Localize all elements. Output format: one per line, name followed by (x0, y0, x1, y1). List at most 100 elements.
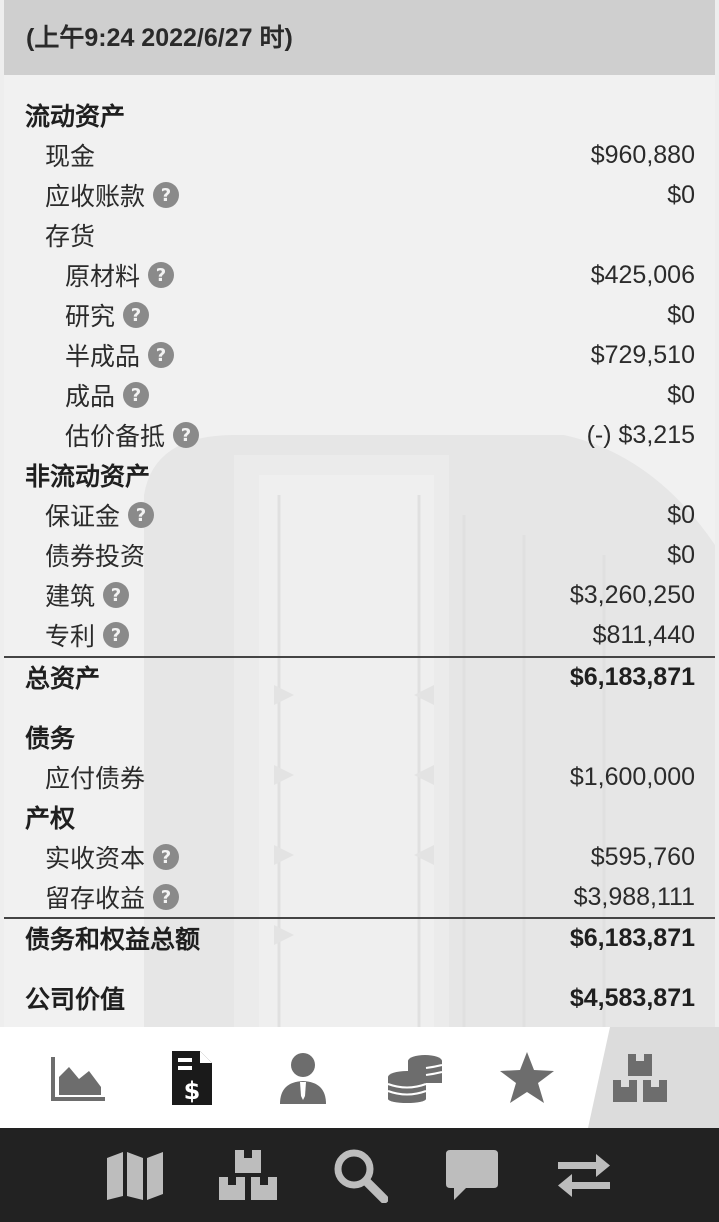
help-icon[interactable]: ? (153, 182, 180, 208)
search-icon (334, 1149, 388, 1203)
row-label: 公司价值 (25, 985, 126, 1014)
help-icon[interactable]: ? (148, 262, 175, 288)
row-value: $0 (667, 540, 695, 569)
row-label: 研究? (65, 297, 150, 333)
tab-finance-report[interactable]: $ (137, 1027, 247, 1128)
raw-materials-row: 原材料? $425,006 (4, 255, 715, 295)
row-value: $729,510 (590, 340, 695, 369)
tab-warehouse[interactable] (585, 1027, 695, 1128)
row-label: 债务 (25, 724, 76, 753)
nav-search[interactable] (310, 1128, 410, 1222)
row-label: 应付债券 (45, 764, 146, 793)
tab-favorites[interactable] (472, 1027, 582, 1128)
section-tab-bar: $ (0, 1027, 719, 1128)
nav-map[interactable] (85, 1128, 185, 1222)
row-value: $3,260,250 (569, 580, 695, 609)
tab-finance[interactable] (360, 1027, 470, 1128)
row-value: $1,600,000 (569, 762, 695, 791)
tab-manager[interactable] (248, 1027, 358, 1128)
finished-goods-row: 成品? $0 (4, 375, 715, 415)
row-value: $6,183,871 (569, 923, 695, 952)
row-label: 非流动资产 (25, 462, 151, 491)
nav-trade[interactable] (534, 1128, 634, 1222)
row-label: 债务和权益总额 (25, 925, 201, 954)
report-timestamp: (上午9:24 2022/6/27 时) (26, 24, 293, 52)
coins-stack-icon (387, 1054, 443, 1103)
row-label: 原材料? (65, 257, 175, 293)
deposit-row: 保证金? $0 (4, 495, 715, 535)
row-value: $0 (667, 300, 695, 329)
help-icon[interactable]: ? (123, 382, 150, 408)
area-chart-icon (51, 1056, 105, 1101)
row-value: $3,988,111 (573, 882, 695, 911)
equity-heading: 产权 (4, 797, 715, 837)
research-row: 研究? $0 (4, 295, 715, 335)
accounts-receivable-row: 应收账款? $0 (4, 175, 715, 215)
map-icon (107, 1152, 163, 1200)
retained-earnings-row: 留存收益? $3,988,111 (4, 877, 715, 917)
row-label: 留存收益? (45, 879, 180, 915)
balance-sheet[interactable]: 流动资产 现金 $960,880 应收账款? $0 存货 原材料? $425,0… (4, 75, 715, 1027)
total-assets-row: 总资产 $6,183,871 (4, 657, 715, 697)
row-value: $811,440 (592, 620, 695, 649)
inventory-heading: 存货 (4, 215, 715, 255)
row-label: 保证金? (45, 497, 155, 533)
tab-charts[interactable] (24, 1027, 134, 1128)
row-label: 流动资产 (25, 102, 126, 131)
bond-investment-row: 债券投资 $0 (4, 535, 715, 575)
row-value: $425,006 (590, 260, 695, 289)
help-icon[interactable]: ? (128, 502, 155, 528)
noncurrent-assets-heading: 非流动资产 (4, 455, 715, 495)
businessman-icon (280, 1052, 326, 1104)
help-icon[interactable]: ? (103, 582, 130, 608)
cash-row: 现金 $960,880 (4, 135, 715, 175)
help-icon[interactable]: ? (148, 342, 175, 368)
row-label: 应收账款? (45, 177, 180, 213)
help-icon[interactable]: ? (103, 622, 130, 648)
help-icon[interactable]: ? (153, 844, 180, 870)
invoice-dollar-icon: $ (172, 1050, 212, 1105)
svg-text:$: $ (184, 1077, 201, 1105)
row-value: $0 (667, 500, 695, 529)
nav-warehouse[interactable] (198, 1128, 298, 1222)
nav-chat[interactable] (422, 1128, 522, 1222)
help-icon[interactable]: ? (153, 884, 180, 910)
work-in-progress-row: 半成品? $729,510 (4, 335, 715, 375)
help-icon[interactable]: ? (173, 422, 200, 448)
row-value: $0 (667, 180, 695, 209)
row-value: $960,880 (590, 140, 695, 169)
total-liabilities-equity-row: 债务和权益总额 $6,183,871 (4, 918, 715, 958)
row-label: 半成品? (65, 337, 175, 373)
help-icon[interactable]: ? (123, 302, 150, 328)
row-value: $0 (667, 380, 695, 409)
liabilities-heading: 债务 (4, 717, 715, 757)
row-label: 专利? (45, 617, 130, 653)
row-value: $4,583,871 (569, 983, 695, 1012)
row-label: 实收资本? (45, 839, 180, 875)
chat-icon (446, 1150, 498, 1200)
company-value-row: 公司价值 $4,583,871 (4, 978, 715, 1018)
bottom-nav-bar (0, 1128, 719, 1222)
bonds-payable-row: 应付债券 $1,600,000 (4, 757, 715, 797)
row-label: 债券投资 (45, 542, 146, 571)
patents-row: 专利? $811,440 (4, 615, 715, 655)
current-assets-heading: 流动资产 (4, 95, 715, 135)
buildings-row: 建筑? $3,260,250 (4, 575, 715, 615)
row-label: 总资产 (25, 664, 101, 693)
boxes-icon (613, 1053, 667, 1102)
paid-in-capital-row: 实收资本? $595,760 (4, 837, 715, 877)
valuation-allowance-row: 估价备抵? (-) $3,215 (4, 415, 715, 455)
row-label: 建筑? (45, 577, 130, 613)
row-label: 估价备抵? (65, 417, 200, 453)
swap-icon (558, 1154, 610, 1197)
star-icon (500, 1051, 554, 1103)
row-value: (-) $3,215 (586, 420, 695, 449)
row-value: $595,760 (590, 842, 695, 871)
row-label: 现金 (45, 142, 96, 171)
report-header: (上午9:24 2022/6/27 时) (4, 0, 715, 75)
boxes-icon (219, 1150, 277, 1200)
row-label: 存货 (45, 222, 96, 251)
row-label: 产权 (25, 804, 76, 833)
row-value: $6,183,871 (569, 662, 695, 691)
row-label: 成品? (65, 377, 150, 413)
